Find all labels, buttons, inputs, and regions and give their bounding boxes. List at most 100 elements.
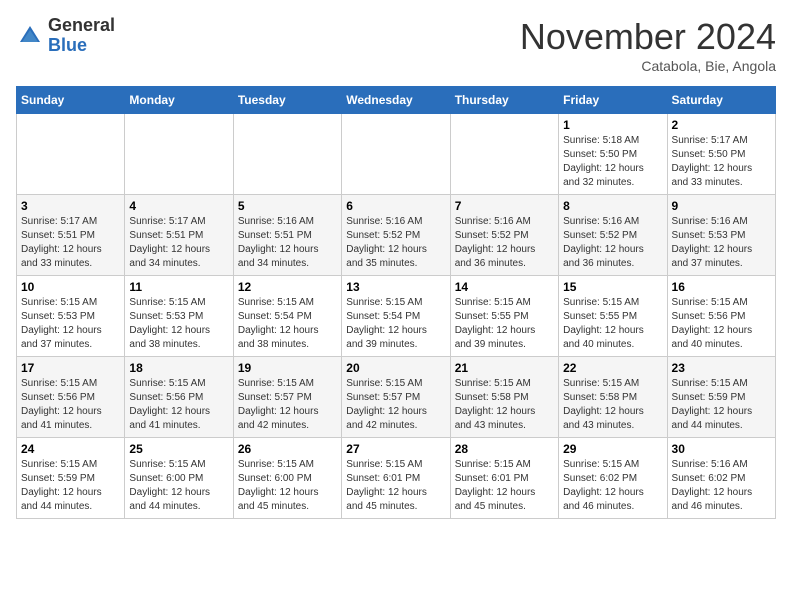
day-number: 23 (672, 361, 771, 375)
col-header-wednesday: Wednesday (342, 87, 450, 114)
day-number: 10 (21, 280, 120, 294)
week-row-5: 24 Sunrise: 5:15 AM Sunset: 5:59 PM Dayli… (17, 438, 776, 519)
day-cell: 20Sunrise: 5:15 AM Sunset: 5:57 PM Dayli… (342, 357, 450, 438)
day-cell: 8Sunrise: 5:16 AM Sunset: 5:52 PM Daylig… (559, 195, 667, 276)
day-number: 2 (672, 118, 771, 132)
day-info: Sunrise: 5:15 AM Sunset: 5:59 PM Dayligh… (672, 377, 771, 433)
day-number: 9 (672, 199, 771, 213)
day-info: Sunrise: 5:18 AM Sunset: 5:50 PM Dayligh… (563, 134, 662, 190)
day-info: Sunrise: 5:15 AM Sunset: 5:56 PM Dayligh… (129, 377, 228, 433)
day-info: Sunrise: 5:15 AM Sunset: 5:59 PM Dayligh… (21, 458, 120, 514)
logo-text: General Blue (48, 16, 115, 56)
day-cell: 5Sunrise: 5:16 AM Sunset: 5:51 PM Daylig… (233, 195, 341, 276)
calendar-body: 1 Sunrise: 5:18 AM Sunset: 5:50 PM Daylig… (17, 114, 776, 519)
day-info: Sunrise: 5:16 AM Sunset: 6:02 PM Dayligh… (672, 458, 771, 514)
day-number: 17 (21, 361, 120, 375)
day-cell: 10 Sunrise: 5:15 AM Sunset: 5:53 PM Dayli… (17, 276, 125, 357)
day-number: 15 (563, 280, 662, 294)
day-number: 3 (21, 199, 120, 213)
day-cell (17, 114, 125, 195)
location-subtitle: Catabola, Bie, Angola (520, 58, 776, 74)
day-cell: 29Sunrise: 5:15 AM Sunset: 6:02 PM Dayli… (559, 438, 667, 519)
day-cell: 2 Sunrise: 5:17 AM Sunset: 5:50 PM Daylig… (667, 114, 775, 195)
day-info: Sunrise: 5:15 AM Sunset: 5:55 PM Dayligh… (563, 296, 662, 352)
day-cell (450, 114, 558, 195)
day-cell: 21 Sunrise: 5:15 AM Sunset: 5:58 PM Dayli… (450, 357, 558, 438)
day-info: Sunrise: 5:17 AM Sunset: 5:51 PM Dayligh… (129, 215, 228, 271)
day-number: 30 (672, 442, 771, 456)
day-number: 13 (346, 280, 445, 294)
week-row-4: 17 Sunrise: 5:15 AM Sunset: 5:56 PM Dayli… (17, 357, 776, 438)
week-row-3: 10 Sunrise: 5:15 AM Sunset: 5:53 PM Dayli… (17, 276, 776, 357)
day-info: Sunrise: 5:16 AM Sunset: 5:52 PM Dayligh… (455, 215, 554, 271)
day-number: 24 (21, 442, 120, 456)
day-info: Sunrise: 5:15 AM Sunset: 6:01 PM Dayligh… (455, 458, 554, 514)
day-number: 7 (455, 199, 554, 213)
day-info: Sunrise: 5:15 AM Sunset: 5:56 PM Dayligh… (21, 377, 120, 433)
day-number: 26 (238, 442, 337, 456)
day-number: 27 (346, 442, 445, 456)
day-info: Sunrise: 5:17 AM Sunset: 5:51 PM Dayligh… (21, 215, 120, 271)
day-cell: 16 Sunrise: 5:15 AM Sunset: 5:56 PM Dayli… (667, 276, 775, 357)
day-cell: 3 Sunrise: 5:17 AM Sunset: 5:51 PM Daylig… (17, 195, 125, 276)
day-number: 29 (563, 442, 662, 456)
logo: General Blue (16, 16, 115, 56)
day-info: Sunrise: 5:15 AM Sunset: 6:00 PM Dayligh… (129, 458, 228, 514)
day-info: Sunrise: 5:15 AM Sunset: 5:56 PM Dayligh… (672, 296, 771, 352)
day-cell: 24 Sunrise: 5:15 AM Sunset: 5:59 PM Dayli… (17, 438, 125, 519)
month-title: November 2024 (520, 16, 776, 58)
day-number: 6 (346, 199, 445, 213)
day-info: Sunrise: 5:15 AM Sunset: 5:53 PM Dayligh… (21, 296, 120, 352)
day-info: Sunrise: 5:15 AM Sunset: 5:57 PM Dayligh… (346, 377, 445, 433)
day-cell: 23 Sunrise: 5:15 AM Sunset: 5:59 PM Dayli… (667, 357, 775, 438)
day-cell: 27 Sunrise: 5:15 AM Sunset: 6:01 PM Dayli… (342, 438, 450, 519)
day-info: Sunrise: 5:15 AM Sunset: 5:58 PM Dayligh… (563, 377, 662, 433)
day-cell: 12 Sunrise: 5:15 AM Sunset: 5:54 PM Dayli… (233, 276, 341, 357)
day-number: 28 (455, 442, 554, 456)
day-number: 21 (455, 361, 554, 375)
day-number: 12 (238, 280, 337, 294)
day-cell: 17 Sunrise: 5:15 AM Sunset: 5:56 PM Dayli… (17, 357, 125, 438)
day-info: Sunrise: 5:15 AM Sunset: 5:55 PM Dayligh… (455, 296, 554, 352)
day-cell: 13 Sunrise: 5:15 AM Sunset: 5:54 PM Dayli… (342, 276, 450, 357)
day-info: Sunrise: 5:16 AM Sunset: 5:51 PM Dayligh… (238, 215, 337, 271)
calendar-header: SundayMondayTuesdayWednesdayThursdayFrid… (17, 87, 776, 114)
day-cell: 25 Sunrise: 5:15 AM Sunset: 6:00 PM Dayli… (125, 438, 233, 519)
logo-icon (16, 22, 44, 50)
day-cell: 11 Sunrise: 5:15 AM Sunset: 5:53 PM Dayli… (125, 276, 233, 357)
calendar-table: SundayMondayTuesdayWednesdayThursdayFrid… (16, 86, 776, 519)
day-number: 19 (238, 361, 337, 375)
day-info: Sunrise: 5:15 AM Sunset: 5:54 PM Dayligh… (238, 296, 337, 352)
day-number: 25 (129, 442, 228, 456)
day-cell: 18Sunrise: 5:15 AM Sunset: 5:56 PM Dayli… (125, 357, 233, 438)
day-info: Sunrise: 5:15 AM Sunset: 5:54 PM Dayligh… (346, 296, 445, 352)
day-number: 11 (129, 280, 228, 294)
day-info: Sunrise: 5:17 AM Sunset: 5:50 PM Dayligh… (672, 134, 771, 190)
col-header-thursday: Thursday (450, 87, 558, 114)
title-block: November 2024 Catabola, Bie, Angola (520, 16, 776, 74)
day-cell: 1 Sunrise: 5:18 AM Sunset: 5:50 PM Daylig… (559, 114, 667, 195)
day-cell: 6 Sunrise: 5:16 AM Sunset: 5:52 PM Daylig… (342, 195, 450, 276)
day-cell: 15 Sunrise: 5:15 AM Sunset: 5:55 PM Dayli… (559, 276, 667, 357)
col-header-tuesday: Tuesday (233, 87, 341, 114)
day-info: Sunrise: 5:16 AM Sunset: 5:53 PM Dayligh… (672, 215, 771, 271)
header-row: SundayMondayTuesdayWednesdayThursdayFrid… (17, 87, 776, 114)
day-cell: 14Sunrise: 5:15 AM Sunset: 5:55 PM Dayli… (450, 276, 558, 357)
week-row-2: 3 Sunrise: 5:17 AM Sunset: 5:51 PM Daylig… (17, 195, 776, 276)
day-info: Sunrise: 5:15 AM Sunset: 6:01 PM Dayligh… (346, 458, 445, 514)
day-cell: 22 Sunrise: 5:15 AM Sunset: 5:58 PM Dayli… (559, 357, 667, 438)
day-info: Sunrise: 5:15 AM Sunset: 5:53 PM Dayligh… (129, 296, 228, 352)
col-header-friday: Friday (559, 87, 667, 114)
day-number: 1 (563, 118, 662, 132)
col-header-monday: Monday (125, 87, 233, 114)
day-info: Sunrise: 5:15 AM Sunset: 6:00 PM Dayligh… (238, 458, 337, 514)
day-cell: 30 Sunrise: 5:16 AM Sunset: 6:02 PM Dayli… (667, 438, 775, 519)
day-info: Sunrise: 5:15 AM Sunset: 5:58 PM Dayligh… (455, 377, 554, 433)
col-header-sunday: Sunday (17, 87, 125, 114)
day-number: 22 (563, 361, 662, 375)
day-number: 16 (672, 280, 771, 294)
day-cell: 4Sunrise: 5:17 AM Sunset: 5:51 PM Daylig… (125, 195, 233, 276)
page-header: General Blue November 2024 Catabola, Bie… (16, 16, 776, 74)
day-info: Sunrise: 5:16 AM Sunset: 5:52 PM Dayligh… (346, 215, 445, 271)
day-cell: 28 Sunrise: 5:15 AM Sunset: 6:01 PM Dayli… (450, 438, 558, 519)
